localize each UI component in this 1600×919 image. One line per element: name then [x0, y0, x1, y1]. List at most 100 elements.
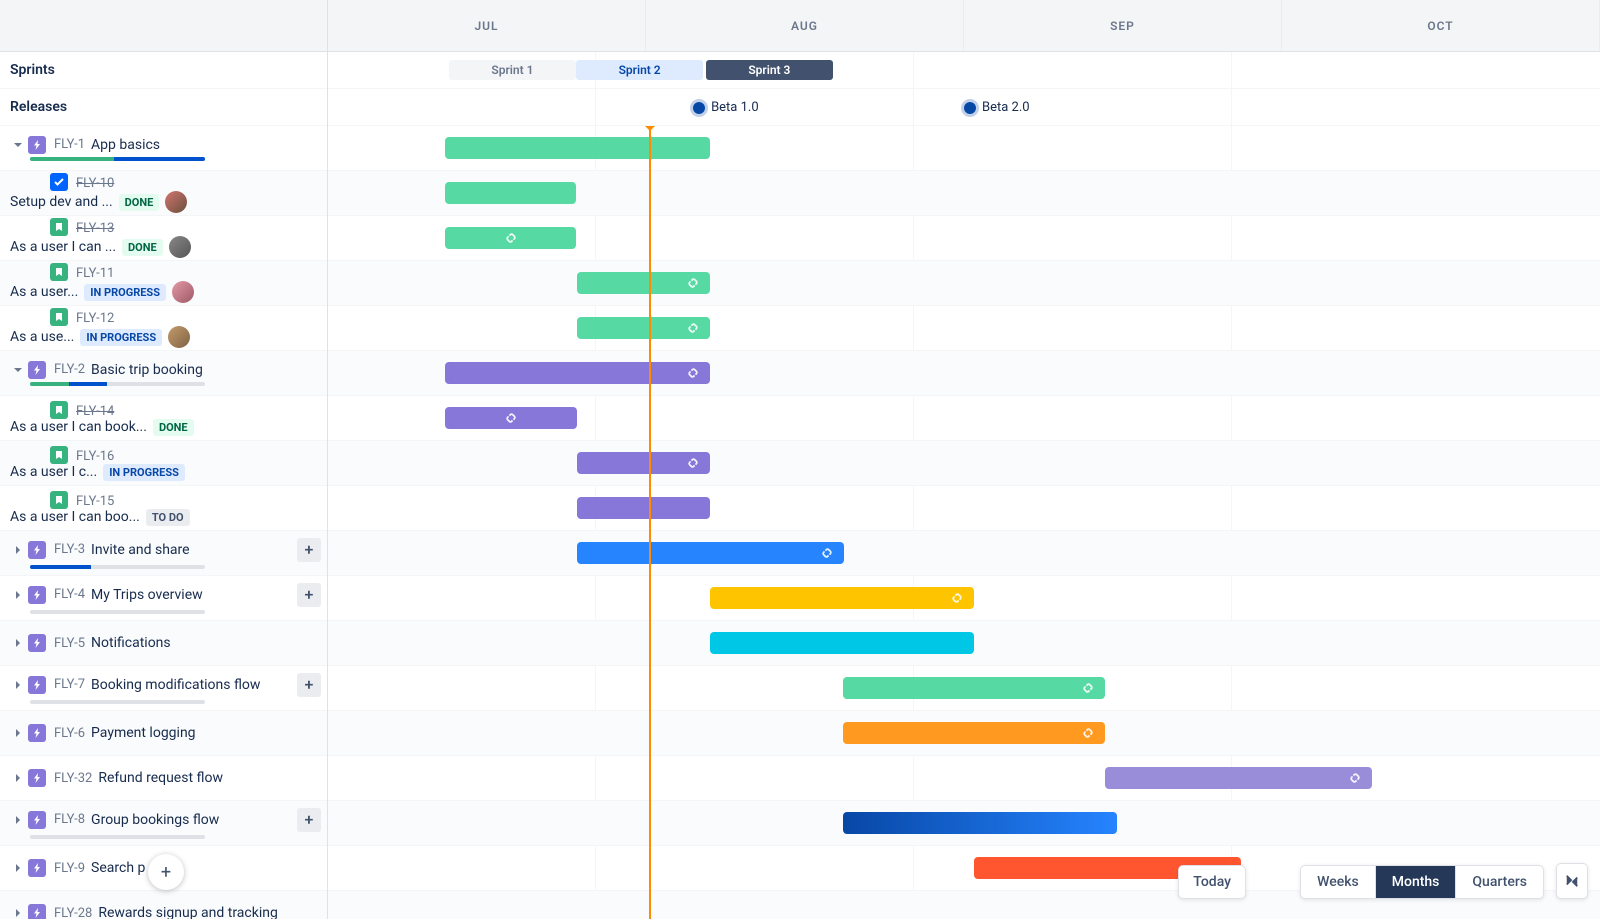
issue-row[interactable]: FLY-11As a user...IN PROGRESS — [0, 261, 327, 306]
timeline-row[interactable] — [328, 711, 1600, 756]
assignee-avatar[interactable] — [165, 191, 187, 213]
issue-row[interactable]: FLY-13As a user I can ...DONE — [0, 216, 327, 261]
timeline-bar[interactable] — [577, 497, 709, 519]
issue-row[interactable]: FLY-14As a user I can book...DONE — [0, 396, 327, 441]
epic-row[interactable]: FLY-7Booking modifications flow+ — [0, 666, 327, 711]
epic-row[interactable]: FLY-8Group bookings flow+ — [0, 801, 327, 846]
chevron-right-icon[interactable] — [10, 860, 26, 876]
issue-title: Rewards signup and tracking — [98, 905, 277, 919]
chevron-right-icon[interactable] — [10, 635, 26, 651]
chevron-right-icon[interactable] — [10, 587, 26, 603]
timeline-row[interactable] — [328, 261, 1600, 306]
chevron-right-icon[interactable] — [10, 905, 26, 919]
add-child-button[interactable]: + — [297, 538, 321, 562]
issue-row[interactable]: FLY-15As a user I can boo...TO DO — [0, 486, 327, 531]
timeline-bar[interactable] — [577, 452, 709, 474]
timeline-bar[interactable] — [445, 227, 576, 249]
zoom-quarters[interactable]: Quarters — [1456, 866, 1543, 898]
issue-row[interactable]: FLY-10Setup dev and ...DONE — [0, 171, 327, 216]
chevron-down-icon[interactable] — [10, 362, 26, 378]
timeline-row[interactable] — [328, 306, 1600, 351]
timeline-row[interactable] — [328, 126, 1600, 171]
timeline-body[interactable]: Sprint 1Sprint 2Sprint 3 Beta 1.0 Beta 2.0 — [328, 52, 1600, 919]
timeline-bar[interactable] — [1105, 767, 1372, 789]
issue-key: FLY-28 — [54, 906, 92, 919]
today-button[interactable]: Today — [1178, 865, 1246, 899]
zoom-months[interactable]: Months — [1376, 866, 1457, 898]
timeline-bar[interactable] — [445, 137, 710, 159]
collapse-button[interactable] — [1556, 863, 1588, 899]
issue-key: FLY-1 — [54, 137, 85, 152]
timeline-bar[interactable] — [445, 362, 710, 384]
timeline-bar[interactable] — [445, 407, 577, 429]
release-label: Beta 1.0 — [711, 100, 759, 115]
release-marker[interactable]: Beta 2.0 — [964, 100, 1030, 115]
timeline-bar[interactable] — [577, 542, 844, 564]
chevron-right-icon[interactable] — [10, 677, 26, 693]
timeline-row[interactable] — [328, 621, 1600, 666]
epic-row[interactable]: FLY-6Payment logging — [0, 711, 327, 756]
issue-title: Group bookings flow — [91, 812, 219, 828]
issue-title: Setup dev and ... — [10, 194, 113, 210]
add-child-button[interactable]: + — [297, 808, 321, 832]
epic-icon — [28, 811, 46, 829]
task-icon — [50, 173, 68, 191]
add-issue-fab[interactable]: + — [148, 854, 184, 890]
chevron-right-icon[interactable] — [10, 542, 26, 558]
timeline-row[interactable] — [328, 441, 1600, 486]
timeline[interactable]: JULAUGSEPOCT Sprint 1Sprint 2Sprint 3Bet… — [328, 0, 1600, 919]
release-marker[interactable]: Beta 1.0 — [693, 100, 759, 115]
link-icon — [504, 231, 518, 245]
story-icon — [50, 218, 68, 236]
sprint-pill-2[interactable]: Sprint 2 — [576, 60, 703, 80]
timeline-row[interactable] — [328, 216, 1600, 261]
issue-title: Booking modifications flow — [91, 677, 260, 693]
epic-row[interactable]: FLY-3Invite and share+ — [0, 531, 327, 576]
chevron-right-icon[interactable] — [10, 812, 26, 828]
assignee-avatar[interactable] — [172, 281, 194, 303]
sprint-pill-3[interactable]: Sprint 3 — [706, 60, 833, 80]
timeline-row[interactable] — [328, 531, 1600, 576]
timeline-row[interactable] — [328, 351, 1600, 396]
timeline-row[interactable] — [328, 396, 1600, 441]
epic-row[interactable]: FLY-4My Trips overview+ — [0, 576, 327, 621]
timeline-row[interactable] — [328, 801, 1600, 846]
add-child-button[interactable]: + — [297, 673, 321, 697]
link-icon — [950, 591, 964, 605]
timeline-row[interactable] — [328, 486, 1600, 531]
issue-title: Basic trip booking — [91, 362, 203, 378]
sprints-header: Sprints — [0, 52, 327, 89]
timeline-row[interactable] — [328, 666, 1600, 711]
epic-row[interactable]: FLY-32Refund request flow — [0, 756, 327, 801]
chevron-right-icon[interactable] — [10, 725, 26, 741]
chevron-right-icon[interactable] — [10, 770, 26, 786]
issue-row[interactable]: FLY-16As a user I c...IN PROGRESS — [0, 441, 327, 486]
issue-key: FLY-16 — [76, 449, 114, 464]
timeline-bar[interactable] — [710, 632, 975, 654]
status-badge: DONE — [119, 194, 160, 211]
issue-row[interactable]: FLY-12As a use...IN PROGRESS — [0, 306, 327, 351]
timeline-row[interactable] — [328, 756, 1600, 801]
timeline-bar[interactable] — [843, 812, 1116, 834]
timeline-row[interactable] — [328, 171, 1600, 216]
timeline-bar[interactable] — [577, 272, 709, 294]
epic-row[interactable]: FLY-1App basics — [0, 126, 327, 171]
zoom-weeks[interactable]: Weeks — [1301, 866, 1376, 898]
timeline-bar[interactable] — [577, 317, 709, 339]
chevron-down-icon[interactable] — [10, 137, 26, 153]
timeline-row[interactable] — [328, 576, 1600, 621]
assignee-avatar[interactable] — [168, 326, 190, 348]
timeline-bar[interactable] — [843, 677, 1105, 699]
assignee-avatar[interactable] — [169, 236, 191, 258]
epic-row[interactable]: FLY-5Notifications — [0, 621, 327, 666]
issue-title: Notifications — [91, 635, 171, 651]
timeline-bar[interactable] — [445, 182, 576, 204]
epic-row[interactable]: FLY-28 Rewards signup and tracking — [0, 891, 327, 919]
timeline-bar[interactable] — [710, 587, 975, 609]
epic-icon — [28, 769, 46, 787]
epic-row[interactable]: FLY-2Basic trip booking — [0, 351, 327, 396]
release-dot-icon — [693, 102, 705, 114]
sprint-pill-1[interactable]: Sprint 1 — [449, 60, 576, 80]
timeline-bar[interactable] — [843, 722, 1105, 744]
add-child-button[interactable]: + — [297, 583, 321, 607]
